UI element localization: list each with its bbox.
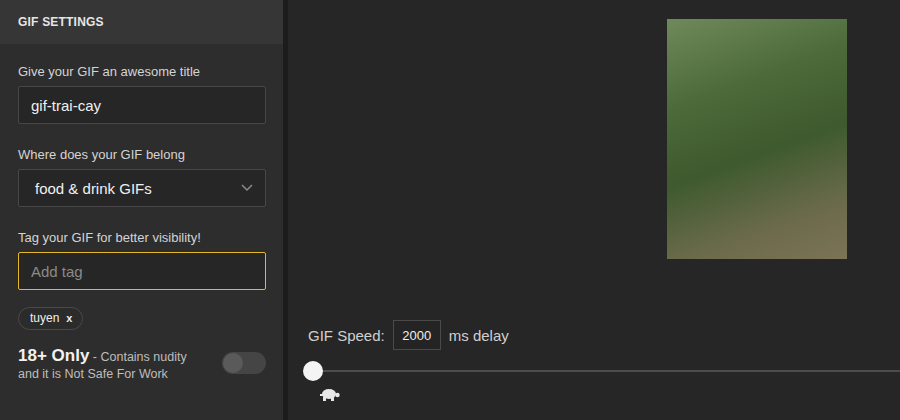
speed-unit: ms delay [449, 327, 509, 344]
field-label: Tag your GIF for better visibility! [18, 230, 266, 246]
toggle-knob [223, 353, 243, 373]
field-label: Where does your GIF belong [18, 147, 266, 163]
select-value: food & drink GIFs [35, 180, 152, 197]
form-field: Give your GIF an awesome title [18, 64, 266, 124]
settings-panel: GIF SETTINGSGive your GIF an awesome tit… [0, 0, 283, 420]
slider-track [310, 370, 900, 372]
chevron-down-icon [241, 184, 253, 192]
tag-label: tuyen [30, 311, 59, 325]
delay-input[interactable] [393, 320, 441, 350]
nsfw-text: 18+ Only - Contains nudity and it is Not… [18, 347, 208, 383]
turtle-icon [318, 387, 340, 401]
speed-label: GIF Speed: [308, 327, 385, 344]
tag-list: tuyenx [18, 307, 266, 330]
slider-knob[interactable] [303, 361, 323, 381]
title-input[interactable] [18, 86, 266, 124]
form-field: Tag your GIF for better visibility! [18, 230, 266, 290]
preview-area: GIF Speed: ms delay [288, 0, 900, 420]
nsfw-title: 18+ Only [18, 346, 89, 365]
tag-chip: tuyenx [18, 307, 83, 330]
panel-title: GIF SETTINGS [0, 0, 283, 44]
gif-preview [667, 19, 847, 259]
tag-input[interactable] [18, 252, 266, 290]
field-label: Give your GIF an awesome title [18, 64, 266, 80]
nsfw-row: 18+ Only - Contains nudity and it is Not… [18, 347, 266, 383]
form-field: Where does your GIF belong food & drink G… [18, 147, 266, 207]
speed-row: GIF Speed: ms delay [308, 320, 900, 350]
nsfw-toggle[interactable] [222, 352, 266, 374]
settings-form: Give your GIF an awesome title Where does… [0, 44, 283, 383]
category-select[interactable]: food & drink GIFs [18, 169, 266, 207]
remove-tag-button[interactable]: x [66, 312, 72, 324]
speed-slider[interactable] [310, 360, 900, 382]
